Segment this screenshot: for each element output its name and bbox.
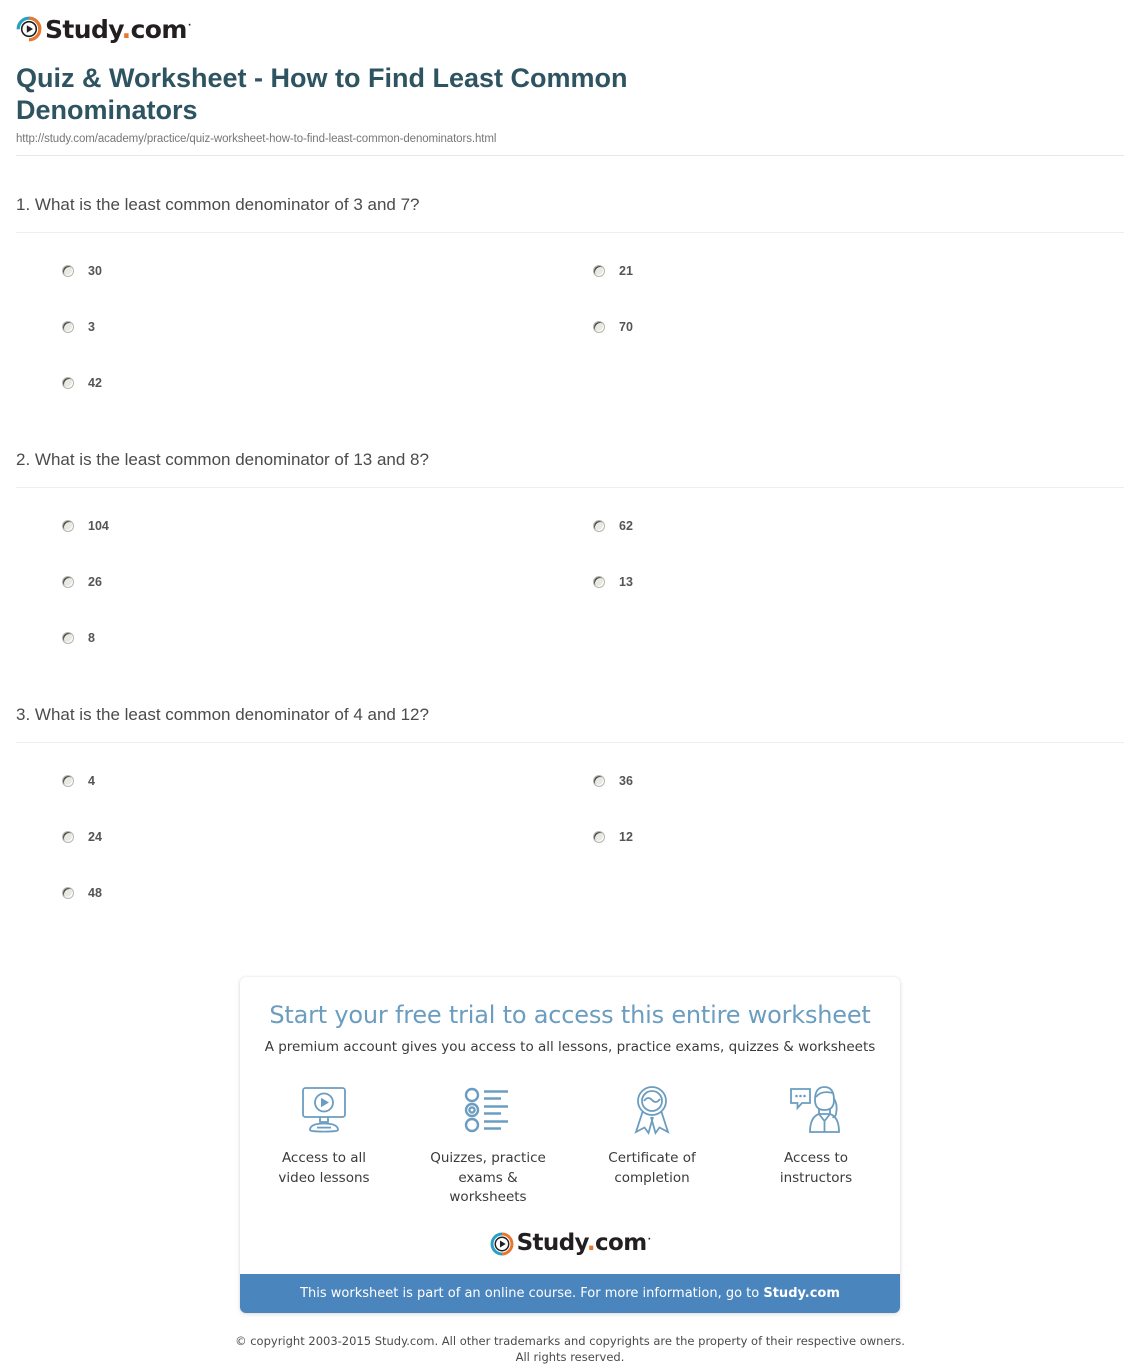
radio-button-icon[interactable] [62, 575, 74, 588]
radio-button-icon[interactable] [62, 887, 74, 900]
monitor-play-icon [296, 1081, 352, 1139]
feature-item: Access to instructors [756, 1081, 876, 1208]
answer-option[interactable]: 12 [593, 809, 1124, 865]
promo-bar-link[interactable]: Study.com [763, 1286, 840, 1301]
promo-features: Access to all video lessons Quizzes, pra… [240, 1081, 900, 1208]
feature-label: Access to all video lessons [278, 1150, 370, 1186]
question-text: 3. What is the least common denominator … [16, 704, 429, 724]
feature-item: Access to all video lessons [264, 1081, 384, 1208]
answer-label: 21 [619, 263, 633, 278]
copyright-line-2: All rights reserved. [515, 1350, 625, 1365]
feature-label: Certificate of completion [608, 1150, 696, 1186]
question-block: 3. What is the least common denominator … [16, 704, 1124, 921]
radio-button-icon[interactable] [593, 264, 605, 277]
promo-footer-bar: This worksheet is part of an online cour… [240, 1273, 900, 1313]
answer-options: 30 3 42 21 70 [16, 243, 1124, 411]
answer-option[interactable]: 21 [593, 243, 1124, 299]
answer-option[interactable]: 62 [593, 498, 1124, 554]
question-text: 2. What is the least common denominator … [16, 449, 429, 469]
feature-label: Quizzes, practice exams & worksheets [430, 1150, 546, 1206]
radio-button-icon[interactable] [62, 831, 74, 844]
logo-wordmark: Study.com· [516, 1230, 651, 1257]
instructor-chat-icon [788, 1081, 844, 1139]
answer-label: 36 [619, 774, 633, 789]
answer-option[interactable]: 24 [62, 809, 593, 865]
radio-button-icon[interactable] [593, 519, 605, 532]
radio-button-icon[interactable] [593, 831, 605, 844]
answer-label: 12 [619, 830, 633, 845]
answer-option[interactable]: 36 [593, 753, 1124, 809]
radio-button-icon[interactable] [62, 631, 74, 644]
answer-label: 62 [619, 518, 633, 533]
answer-label: 4 [88, 774, 95, 789]
answer-option[interactable]: 42 [62, 355, 593, 411]
answer-label: 70 [619, 319, 633, 334]
answer-label: 24 [88, 830, 102, 845]
answer-option[interactable]: 104 [62, 498, 593, 554]
answer-label: 26 [88, 574, 102, 589]
question-divider [16, 486, 1124, 488]
quiz-list-icon [463, 1081, 513, 1139]
page-title: Quiz & Worksheet - How to Find Least Com… [16, 63, 628, 126]
answer-option[interactable]: 4 [62, 753, 593, 809]
play-circle-icon [490, 1232, 513, 1256]
radio-button-icon[interactable] [593, 320, 605, 333]
promo-subheading: A premium account gives you access to al… [264, 1039, 876, 1056]
answer-label: 30 [88, 263, 102, 278]
answer-label: 3 [88, 319, 95, 334]
answer-option[interactable]: 30 [62, 243, 593, 299]
question-divider [16, 231, 1124, 233]
answer-option[interactable]: 13 [593, 554, 1124, 610]
promo-heading: Start your free trial to access this ent… [269, 1001, 871, 1030]
answer-label: 13 [619, 574, 633, 589]
feature-label: Access to instructors [779, 1150, 853, 1186]
free-trial-card: Start your free trial to access this ent… [240, 977, 900, 1313]
answer-options: 104 26 8 62 13 [16, 498, 1124, 666]
copyright-notice: © copyright 2003-2015 Study.com. All oth… [0, 1333, 1140, 1366]
radio-button-icon[interactable] [62, 376, 74, 389]
promo-section: Start your free trial to access this ent… [0, 977, 1140, 1313]
answer-option[interactable]: 26 [62, 554, 593, 610]
answer-label: 8 [88, 630, 95, 645]
site-header: Study.com· [0, 0, 1140, 46]
answer-label: 104 [88, 518, 109, 533]
question-block: 2. What is the least common denominator … [16, 449, 1124, 666]
logo-wordmark: Study.com· [45, 14, 191, 44]
answer-label: 48 [88, 886, 102, 901]
answer-option[interactable]: 70 [593, 299, 1124, 355]
title-block: Quiz & Worksheet - How to Find Least Com… [0, 46, 1140, 156]
study-com-logo[interactable]: Study.com· [16, 16, 191, 42]
answer-option[interactable]: 3 [62, 299, 593, 355]
radio-button-icon[interactable] [62, 264, 74, 277]
radio-button-icon[interactable] [62, 519, 74, 532]
radio-button-icon[interactable] [62, 775, 74, 788]
page-url: http://study.com/academy/practice/quiz-w… [16, 132, 497, 145]
answer-option[interactable]: 48 [62, 865, 593, 921]
answer-options: 4 24 48 36 12 [16, 753, 1124, 921]
promo-logo[interactable]: Study.com· [240, 1232, 900, 1256]
question-text: 1. What is the least common denominator … [16, 194, 420, 214]
answer-option[interactable]: 8 [62, 610, 593, 666]
radio-button-icon[interactable] [593, 775, 605, 788]
feature-item: Quizzes, practice exams & worksheets [428, 1081, 548, 1208]
copyright-line-1: © copyright 2003-2015 Study.com. All oth… [235, 1333, 905, 1348]
award-ribbon-icon [627, 1081, 677, 1139]
question-block: 1. What is the least common denominator … [16, 194, 1124, 411]
feature-item: Certificate of completion [592, 1081, 712, 1208]
promo-bar-text: This worksheet is part of an online cour… [300, 1285, 764, 1301]
question-divider [16, 742, 1124, 744]
answer-label: 42 [88, 375, 102, 390]
radio-button-icon[interactable] [593, 575, 605, 588]
radio-button-icon[interactable] [62, 320, 74, 333]
questions-list: 1. What is the least common denominator … [0, 194, 1140, 921]
header-divider [16, 154, 1124, 156]
play-circle-icon [16, 16, 42, 42]
